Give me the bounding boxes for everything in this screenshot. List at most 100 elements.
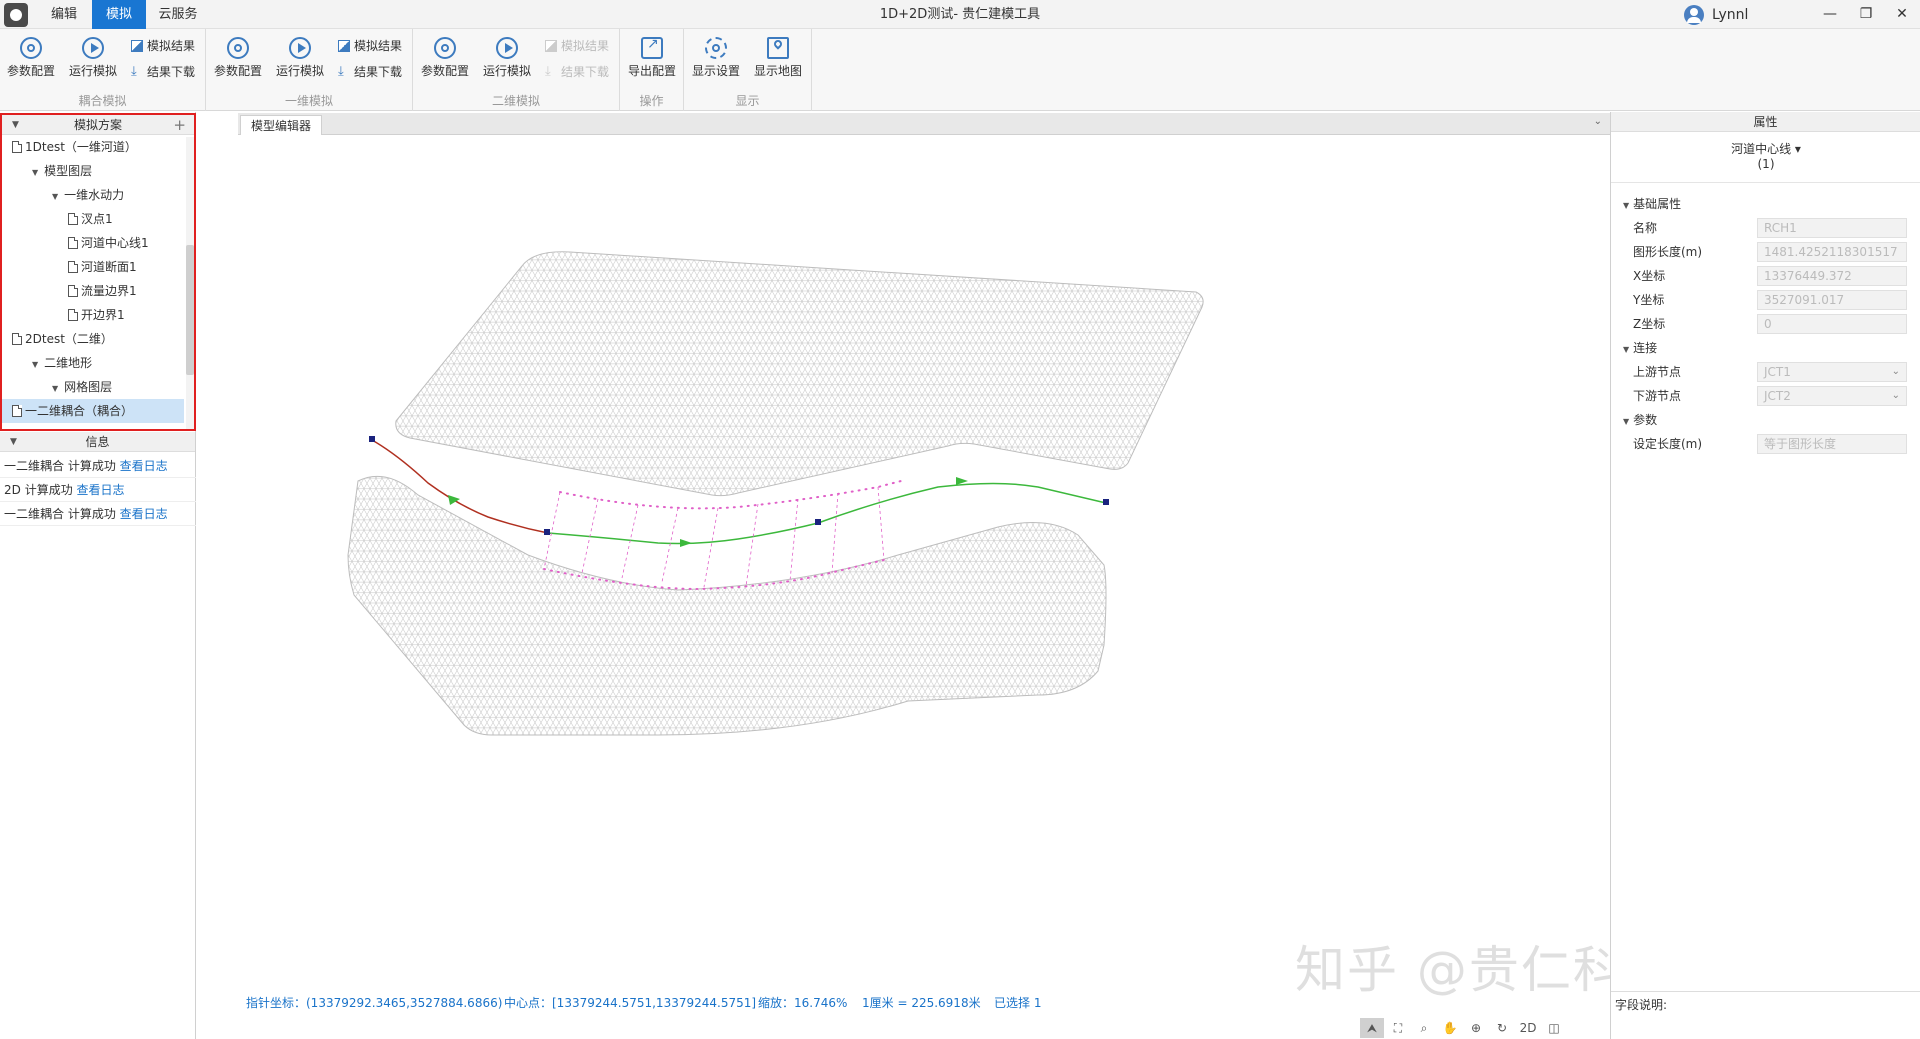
section-basic[interactable]: ▼ 基础属性 xyxy=(1623,194,1681,214)
prop-value-set-length[interactable]: 等于图形长度 xyxy=(1757,434,1907,454)
show-map-button[interactable]: 显示地图 xyxy=(750,35,806,83)
2d-run-button[interactable]: 运行模拟 xyxy=(479,35,535,83)
2d-view-button[interactable]: 2D xyxy=(1516,1018,1540,1038)
close-button[interactable]: ✕ xyxy=(1884,0,1920,29)
view-log-link[interactable]: 查看日志 xyxy=(120,507,168,521)
tree-scrollbar-thumb[interactable] xyxy=(186,245,194,375)
pointer-coords: 指针坐标：(13379292.3465,3527884.6866) xyxy=(246,996,503,1010)
document-icon xyxy=(68,237,78,249)
play-icon xyxy=(289,37,311,59)
menu-tab-cloud[interactable]: 云服务 xyxy=(146,0,210,29)
play-icon xyxy=(82,37,104,59)
1d-download-button[interactable]: 结果下载 xyxy=(338,63,402,81)
tree-item[interactable]: 一二维耦合（耦合） xyxy=(2,399,184,423)
junction-node-2[interactable] xyxy=(815,519,821,525)
select-tool-icon[interactable]: ⮝ xyxy=(1360,1017,1384,1038)
tree-item[interactable]: 2Dtest（二维） xyxy=(2,327,184,351)
view-log-link[interactable]: 查看日志 xyxy=(120,459,168,473)
1d-run-button[interactable]: 运行模拟 xyxy=(272,35,328,83)
2d-download-button[interactable]: 结果下载 xyxy=(545,63,609,81)
prop-value-x[interactable]: 13376449.372 xyxy=(1757,266,1907,286)
restore-button[interactable]: ❐ xyxy=(1848,0,1884,29)
tree-item[interactable]: ▼ 模型图层 xyxy=(2,159,184,183)
ribbon-group-2d: 参数配置 运行模拟 模拟结果 结果下载 二维模拟 xyxy=(413,29,620,111)
prop-value-name[interactable]: RCH1 xyxy=(1757,218,1907,238)
add-scheme-icon[interactable]: + xyxy=(173,115,186,135)
model-canvas[interactable] xyxy=(238,135,1610,993)
info-row: 一二维耦合 计算成功 查看日志 xyxy=(0,454,196,478)
coupled-run-button[interactable]: 运行模拟 xyxy=(65,35,121,83)
ribbon-group-coupled: 参数配置 运行模拟 模拟结果 结果下载 耦合模拟 xyxy=(0,29,206,111)
collapse-caret-icon: ▼ xyxy=(1623,417,1630,426)
menu-tab-edit[interactable]: 编辑 xyxy=(36,0,92,29)
tree-item-label: 流量边界1 xyxy=(81,284,137,298)
prop-value-z[interactable]: 0 xyxy=(1757,314,1907,334)
refresh-icon[interactable]: ↻ xyxy=(1490,1018,1514,1038)
scale-readout: 1厘米 = 225.6918米 xyxy=(862,996,981,1010)
prop-value-y[interactable]: 3527091.017 xyxy=(1757,290,1907,310)
prop-value-length[interactable]: 1481.4252118301517 xyxy=(1757,242,1907,262)
user-menu[interactable]: Lynnl xyxy=(1684,4,1748,26)
junction-node-1[interactable] xyxy=(544,529,550,535)
tree-item[interactable]: 流量边界1 xyxy=(2,279,184,303)
section-connection[interactable]: ▼ 连接 xyxy=(1623,338,1657,358)
junction-node-upstream[interactable] xyxy=(369,436,375,442)
2d-param-button[interactable]: 参数配置 xyxy=(417,35,473,83)
tree-item[interactable]: 河道中心线1 xyxy=(2,231,184,255)
status-bar: 指针坐标：(13379292.3465,3527884.6866) 中心点：[1… xyxy=(238,993,1610,1013)
object-type-dropdown[interactable]: 河道中心线 ▾ xyxy=(1611,140,1920,157)
split-view-icon[interactable]: ◫ xyxy=(1542,1018,1566,1038)
expand-caret-icon: ▼ xyxy=(52,192,59,201)
tree-item[interactable]: ▼ 一维水动力 xyxy=(2,183,184,207)
mesh-upper-region[interactable] xyxy=(395,251,1204,497)
fit-view-icon[interactable]: ⛶ xyxy=(1386,1018,1410,1038)
mesh-lower-region[interactable] xyxy=(347,475,1107,736)
result-chart-icon xyxy=(338,40,350,52)
coupled-result-button[interactable]: 模拟结果 xyxy=(131,37,195,55)
1d-result-button[interactable]: 模拟结果 xyxy=(338,37,402,55)
minimize-button[interactable]: — xyxy=(1812,0,1848,29)
tree-item[interactable]: 开边界1 xyxy=(2,303,184,327)
pan-hand-icon[interactable]: ✋ xyxy=(1438,1018,1462,1038)
view-log-link[interactable]: 查看日志 xyxy=(77,483,125,497)
model-map[interactable] xyxy=(238,135,1610,993)
collapse-caret-icon[interactable]: ▼ xyxy=(12,115,19,135)
export-icon xyxy=(641,36,663,59)
export-config-button[interactable]: 导出配置 xyxy=(624,35,680,83)
tree-item-label: 网格图层 xyxy=(64,380,113,394)
chevron-down-icon: ⌄ xyxy=(1891,366,1900,377)
section-params[interactable]: ▼ 参数 xyxy=(1623,410,1657,430)
tree-item[interactable]: ▼ 二维地形 xyxy=(2,351,184,375)
app-logo-icon[interactable] xyxy=(4,3,28,27)
document-icon xyxy=(12,141,22,153)
expand-caret-icon: ▼ xyxy=(32,360,39,369)
display-settings-button[interactable]: 显示设置 xyxy=(688,35,744,83)
info-row: 2D 计算成功 查看日志 xyxy=(0,478,196,502)
coupled-download-button[interactable]: 结果下载 xyxy=(131,63,195,81)
tab-model-editor[interactable]: 模型编辑器 xyxy=(240,115,323,135)
tree-item[interactable]: ▼ 网格图层 xyxy=(2,375,184,399)
tree-item-label: 1Dtest（一维河道） xyxy=(25,140,137,154)
map-pin-icon xyxy=(767,37,789,59)
2d-result-button[interactable]: 模拟结果 xyxy=(545,37,609,55)
zoom-in-icon[interactable]: ⊕ xyxy=(1464,1018,1488,1038)
menu-tab-simulate[interactable]: 模拟 xyxy=(92,0,146,29)
downstream-node-select[interactable]: JCT2 ⌄ xyxy=(1757,386,1907,406)
collapse-caret-icon[interactable]: ▼ xyxy=(10,432,17,452)
tree-scrollbar[interactable] xyxy=(186,137,194,429)
chevron-down-icon[interactable]: ⌄ xyxy=(1594,116,1602,127)
coupled-param-button[interactable]: 参数配置 xyxy=(3,35,59,83)
window-title: 1D+2D测试- 贵仁建模工具 xyxy=(879,7,1041,22)
upstream-node-select[interactable]: JCT1 ⌄ xyxy=(1757,362,1907,382)
tree-item[interactable]: 1Dtest（一维河道） xyxy=(2,135,184,159)
document-icon xyxy=(68,213,78,225)
document-icon xyxy=(12,405,22,417)
zoom-icon[interactable]: ⌕ xyxy=(1412,1018,1436,1038)
document-icon xyxy=(68,285,78,297)
junction-node-downstream[interactable] xyxy=(1103,499,1109,505)
tree-item[interactable]: 汊点1 xyxy=(2,207,184,231)
tree-item[interactable]: 河道断面1 xyxy=(2,255,184,279)
document-icon xyxy=(68,309,78,321)
user-name: Lynnl xyxy=(1712,7,1749,23)
1d-param-button[interactable]: 参数配置 xyxy=(210,35,266,83)
